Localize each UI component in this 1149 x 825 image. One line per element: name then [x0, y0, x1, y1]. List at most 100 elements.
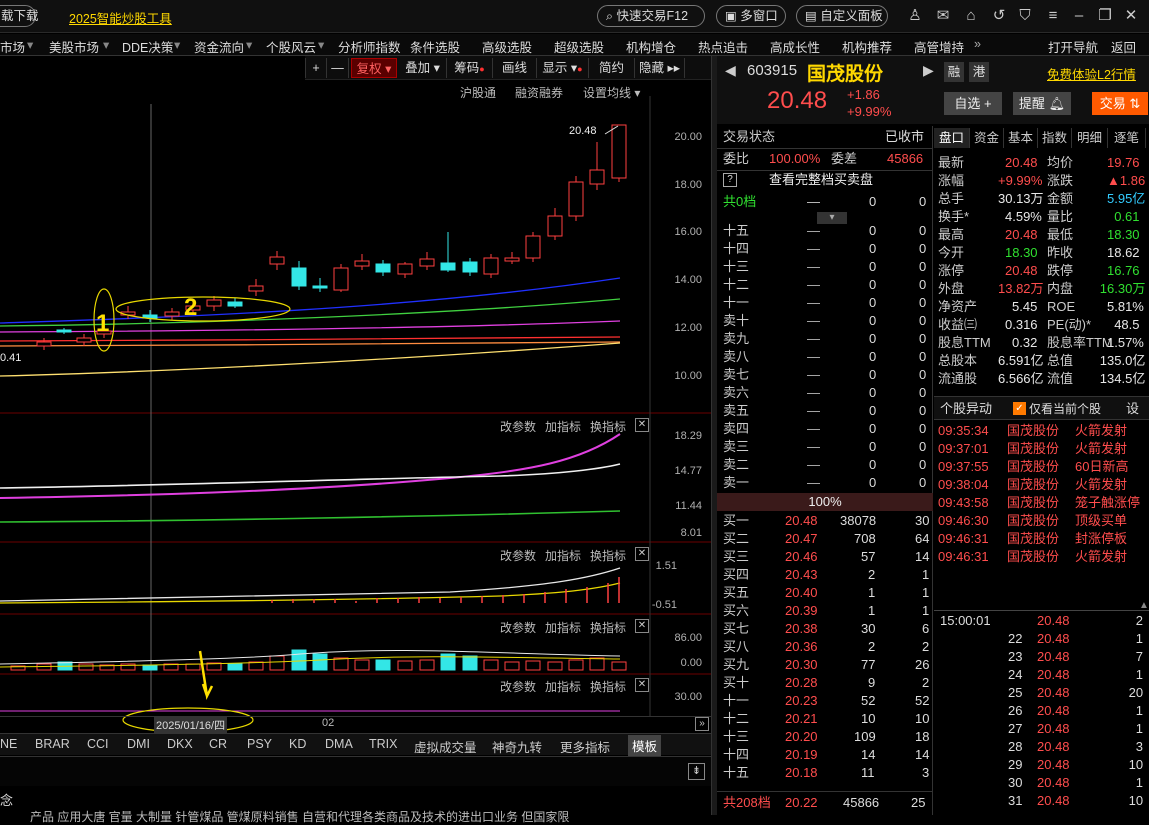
sell-level-price: — [807, 277, 820, 292]
edit-params-button[interactable]: 改参数 [500, 678, 536, 695]
date-tick: 02 [322, 717, 335, 729]
indicator-tab[interactable]: 虚拟成交量 [414, 737, 477, 756]
indicator-tab[interactable]: PSY [247, 737, 272, 751]
menu-item[interactable]: 高管增持 [914, 37, 964, 56]
menu-item[interactable]: 个股风云 [266, 37, 316, 56]
switch-indicator-button[interactable]: 换指标 [590, 418, 626, 435]
axis-tick: 30.00 [674, 691, 702, 703]
tab-zijin[interactable]: 资金 [970, 128, 1004, 148]
close-indicator-icon[interactable]: ✕ [635, 547, 649, 561]
events-settings-button[interactable]: 设 [1126, 400, 1139, 418]
download-button[interactable]: 载下载 [0, 5, 39, 27]
kline-chart-area[interactable]: + — 复权 ▾ 叠加 ▾ 筹码● 画线 显示 ▾● 简约 隐藏 ▸▸ 沪股通 … [0, 56, 711, 733]
multi-window-button[interactable]: ▣ 多窗口 [716, 5, 786, 27]
tab-zhubi[interactable]: 逐笔 [1108, 128, 1146, 148]
home-icon[interactable]: ⌂ [962, 7, 980, 25]
tab-jiben[interactable]: 基本 [1004, 128, 1038, 148]
indicator-tab[interactable]: TRIX [369, 737, 397, 751]
menu-item[interactable]: 市场 [0, 37, 25, 56]
user-icon[interactable]: ♙ [906, 7, 924, 25]
menu-item[interactable]: 超级选股 [554, 37, 604, 56]
menu-icon[interactable]: ≡ [1044, 7, 1062, 25]
indicator-tab-template[interactable]: 模板 [628, 735, 662, 756]
event-stock: 国茂股份 [1007, 549, 1060, 564]
switch-indicator-button[interactable]: 换指标 [590, 678, 626, 695]
close-icon[interactable]: ✕ [1122, 7, 1140, 25]
menu-item[interactable]: 高成长性 [770, 37, 820, 56]
volume-bar [227, 663, 243, 671]
quote-value: +9.99% [998, 173, 1043, 188]
shirt-icon[interactable]: ⛉ [1016, 7, 1034, 25]
buy-level-orders: 26 [915, 657, 930, 672]
sell-level-orders: 0 [919, 223, 927, 238]
menu-item[interactable]: DDE决策 [122, 37, 173, 56]
switch-indicator-button[interactable]: 换指标 [590, 547, 626, 564]
prev-stock-icon[interactable]: ◀ [725, 62, 736, 79]
hk-connect-tag[interactable]: 港 [969, 62, 989, 82]
next-stock-icon[interactable]: ▶ [923, 62, 934, 79]
back-button[interactable]: 返回 [1111, 37, 1136, 56]
stock-header: ◀ 603915 国茂股份 ▶ 融 港 免费体验L2行情 20.48 +1.86… [717, 56, 1149, 124]
close-indicator-icon[interactable]: ✕ [635, 619, 649, 633]
menu-item[interactable]: 美股市场 [49, 37, 99, 56]
mail-icon[interactable]: ✉ [934, 7, 952, 25]
sell-level-volume: 0 [869, 259, 877, 274]
menu-item[interactable]: 机构增仓 [626, 37, 676, 56]
full-depth-link[interactable]: 查看完整档买卖盘 [769, 171, 873, 189]
collapse-chevron-icon[interactable]: ▾ [817, 212, 847, 224]
menu-item[interactable]: 分析师指数 [338, 37, 401, 56]
switch-indicator-button[interactable]: 换指标 [590, 619, 626, 636]
scroll-right-icon[interactable]: » [695, 717, 709, 731]
open-nav-button[interactable]: 打开导航 [1048, 37, 1098, 56]
menu-item[interactable]: 热点追击 [698, 37, 748, 56]
trade-button[interactable]: 交易 ⇅ [1092, 92, 1148, 115]
add-indicator-button[interactable]: 加指标 [545, 619, 581, 636]
menu-item[interactable]: 机构推荐 [842, 37, 892, 56]
indicator-tab[interactable]: KD [289, 737, 306, 751]
add-indicator-button[interactable]: 加指标 [545, 418, 581, 435]
low-price-label: 0.41 [0, 352, 22, 364]
quote-value: 16.76 [1107, 263, 1140, 278]
more-menu-icon[interactable]: » [974, 37, 981, 51]
sell-level-label: 卖四 [723, 421, 750, 436]
menu-item[interactable]: 条件选股 [410, 37, 460, 56]
custom-panel-button[interactable]: ▤ 自定义面板 [796, 5, 888, 27]
menu-item[interactable]: 资金流向 [194, 37, 244, 56]
minimize-icon[interactable]: – [1070, 7, 1088, 25]
indicator-tab[interactable]: BRAR [35, 737, 70, 751]
promo-link[interactable]: 2025智能炒股工具 [69, 8, 172, 27]
close-indicator-icon[interactable]: ✕ [635, 418, 649, 432]
restore-icon[interactable]: ❐ [1096, 7, 1114, 25]
indicator-tab[interactable]: DMI [127, 737, 150, 751]
close-indicator-icon[interactable]: ✕ [635, 678, 649, 692]
sell-level-volume: 0 [869, 331, 877, 346]
edit-params-button[interactable]: 改参数 [500, 418, 536, 435]
margin-tag[interactable]: 融 [944, 62, 964, 82]
indicator-tab[interactable]: DMA [325, 737, 353, 751]
alert-button[interactable]: 提醒 🔔︎ [1013, 92, 1071, 115]
tab-zhishu[interactable]: 指数 [1038, 128, 1072, 148]
quick-trade-button[interactable]: ⌕ 快速交易F12 [597, 5, 705, 27]
quote-value: 48.5 [1114, 317, 1140, 332]
scroll-up-icon[interactable]: ▲ [1139, 600, 1149, 611]
tab-pankou[interactable]: 盘口 [934, 128, 970, 148]
indicator-tab[interactable]: CCI [87, 737, 109, 751]
help-icon[interactable]: ? [723, 173, 737, 187]
edit-params-button[interactable]: 改参数 [500, 619, 536, 636]
undo-icon[interactable]: ↺ [990, 7, 1008, 25]
l2-trial-link[interactable]: 免费体验L2行情 [1047, 64, 1136, 83]
menu-item[interactable]: 高级选股 [482, 37, 532, 56]
indicator-tab[interactable]: 神奇九转 [492, 737, 542, 756]
add-watchlist-button[interactable]: 自选 + [944, 92, 1002, 115]
volume-bar [547, 661, 563, 671]
indicator-tab[interactable]: NE [0, 737, 17, 751]
only-current-checkbox[interactable]: ✓ [1013, 402, 1026, 415]
edit-params-button[interactable]: 改参数 [500, 547, 536, 564]
add-indicator-button[interactable]: 加指标 [545, 678, 581, 695]
indicator-tab[interactable]: CR [209, 737, 227, 751]
tab-mingxi[interactable]: 明细 [1072, 128, 1108, 148]
indicator-tab[interactable]: DKX [167, 737, 193, 751]
collapse-icon[interactable]: ⇟ [688, 763, 705, 780]
indicator-tab[interactable]: 更多指标 [560, 737, 610, 756]
add-indicator-button[interactable]: 加指标 [545, 547, 581, 564]
